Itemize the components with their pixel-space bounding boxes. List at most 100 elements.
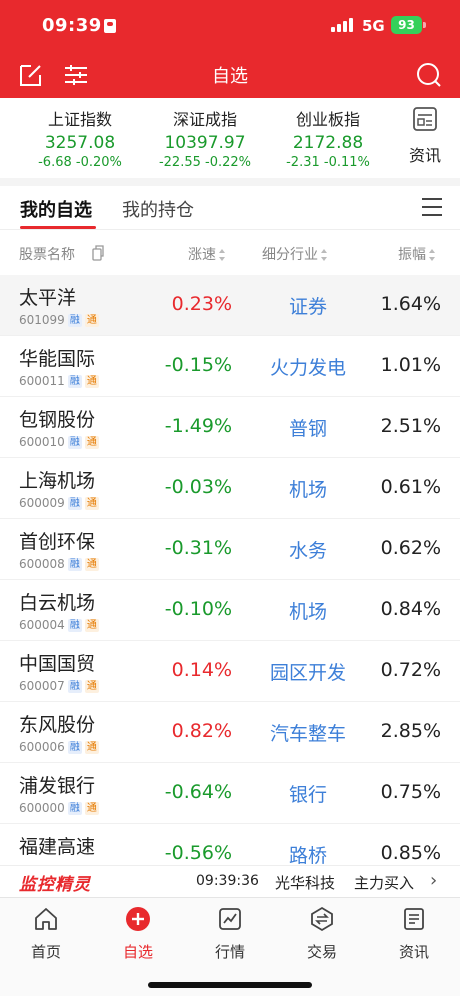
stock-name: 中国国贸 — [19, 653, 96, 675]
industry-link[interactable]: 水务 — [246, 536, 370, 563]
amplitude: 0.72% — [380, 659, 441, 681]
industry-link[interactable]: 普钢 — [246, 414, 370, 441]
tab-market[interactable]: 行情 — [184, 906, 276, 962]
section-divider — [0, 178, 460, 186]
connect-tag: 通 — [84, 680, 99, 693]
news-icon — [413, 107, 437, 131]
margin-tag: 融 — [67, 375, 82, 388]
chart-icon — [219, 908, 241, 930]
col-amplitude[interactable]: 振幅 — [398, 244, 436, 264]
index-panel: 上证指数 3257.08 -6.68 -0.20% 深证成指 10397.97 … — [0, 98, 460, 178]
industry-link[interactable]: 机场 — [246, 475, 370, 502]
monitor-brand: 监控精灵 — [19, 875, 91, 895]
index-name: 创业板指 — [295, 110, 360, 129]
tab-label: 首页 — [30, 943, 61, 961]
ticker-stock: 光华科技 — [275, 874, 336, 892]
industry-link[interactable]: 汽车整车 — [246, 719, 370, 746]
watchlist-tabs: 我的自选 我的持仓 — [0, 186, 460, 230]
index-shanghai[interactable]: 上证指数 3257.08 -6.68 -0.20% — [20, 106, 140, 170]
connect-tag: 通 — [84, 314, 99, 327]
tab-trade[interactable]: 交易 — [276, 906, 368, 962]
tab-my-watchlist[interactable]: 我的自选 — [20, 196, 92, 222]
index-value: 10397.97 — [164, 133, 246, 153]
table-row[interactable]: 华能国际 600011 融通 -0.15% 火力发电 1.01% — [0, 336, 460, 397]
change-speed: -0.31% — [164, 537, 232, 559]
sort-icon — [219, 249, 226, 261]
news-button[interactable]: 资讯 — [400, 106, 450, 166]
index-value: 3257.08 — [44, 133, 116, 153]
stock-code: 600007 融通 — [19, 679, 99, 693]
ticker-time: 09:39:36 — [196, 873, 259, 889]
margin-tag: 融 — [67, 619, 82, 632]
tab-home[interactable]: 首页 — [0, 906, 92, 962]
industry-link[interactable]: 路桥 — [246, 841, 370, 865]
amplitude: 1.01% — [380, 354, 441, 376]
home-indicator[interactable] — [148, 982, 312, 988]
index-shenzhen[interactable]: 深证成指 10397.97 -22.55 -0.22% — [145, 106, 265, 170]
connect-tag: 通 — [84, 375, 99, 388]
col-change-speed[interactable]: 涨速 — [188, 244, 226, 264]
amplitude: 2.85% — [380, 720, 441, 742]
connect-tag: 通 — [84, 802, 99, 815]
stock-name: 浦发银行 — [19, 775, 96, 797]
tab-label: 交易 — [306, 943, 337, 961]
stock-code: 600011 融通 — [19, 374, 99, 388]
menu-icon[interactable] — [422, 198, 442, 216]
stock-name: 上海机场 — [19, 470, 96, 492]
stock-code: 600000 融通 — [19, 801, 99, 815]
connect-tag: 通 — [84, 619, 99, 632]
tab-watchlist[interactable]: 自选 — [92, 906, 184, 962]
active-tab-indicator — [20, 226, 96, 229]
tab-label: 资讯 — [398, 943, 429, 961]
amplitude: 0.75% — [380, 781, 441, 803]
table-row[interactable]: 包钢股份 600010 融通 -1.49% 普钢 2.51% — [0, 397, 460, 458]
tab-my-holdings[interactable]: 我的持仓 — [122, 196, 194, 222]
table-row[interactable]: 太平洋 601099 融通 0.23% 证券 1.64% — [0, 275, 460, 336]
col-stock-name[interactable]: 股票名称 — [19, 244, 75, 264]
chevron-right-icon[interactable]: › — [430, 870, 437, 891]
industry-link[interactable]: 银行 — [246, 780, 370, 807]
exchange-icon — [311, 906, 333, 932]
amplitude: 0.62% — [380, 537, 441, 559]
connect-tag: 通 — [84, 497, 99, 510]
table-row[interactable]: 上海机场 600009 融通 -0.03% 机场 0.61% — [0, 458, 460, 519]
industry-link[interactable]: 机场 — [246, 597, 370, 624]
network-label: 5G — [362, 17, 385, 35]
index-chinext[interactable]: 创业板指 2172.88 -2.31 -0.11% — [268, 106, 388, 170]
table-row[interactable]: 东风股份 600006 融通 0.82% 汽车整车 2.85% — [0, 702, 460, 763]
index-name: 上证指数 — [47, 110, 112, 129]
change-speed: -0.64% — [164, 781, 232, 803]
connect-tag: 通 — [84, 436, 99, 449]
stock-name: 太平洋 — [19, 287, 77, 309]
industry-link[interactable]: 园区开发 — [246, 658, 370, 685]
sort-icon — [321, 249, 328, 261]
stock-code: 600009 融通 — [19, 496, 99, 510]
copy-icon[interactable] — [92, 245, 104, 261]
search-icon[interactable] — [416, 62, 442, 88]
plus-circle-icon — [126, 907, 150, 931]
table-row[interactable]: 中国国贸 600007 融通 0.14% 园区开发 0.72% — [0, 641, 460, 702]
connect-tag: 通 — [84, 741, 99, 754]
industry-link[interactable]: 火力发电 — [246, 353, 370, 380]
amplitude: 1.64% — [380, 293, 441, 315]
tab-news[interactable]: 资讯 — [368, 906, 460, 962]
monitor-ticker[interactable]: 监控精灵 09:39:36 光华科技 主力买入 › — [0, 865, 460, 897]
stock-code: 601099 融通 — [19, 313, 99, 327]
table-row[interactable]: 首创环保 600008 融通 -0.31% 水务 0.62% — [0, 519, 460, 580]
index-change: -6.68 -0.20% — [38, 155, 122, 170]
news-button-label: 资讯 — [408, 146, 441, 165]
col-industry[interactable]: 细分行业 — [262, 244, 328, 264]
change-speed: -0.56% — [164, 842, 232, 864]
table-row[interactable]: 浦发银行 600000 融通 -0.64% 银行 0.75% — [0, 763, 460, 824]
table-row[interactable]: 白云机场 600004 融通 -0.10% 机场 0.84% — [0, 580, 460, 641]
battery-tip — [423, 22, 426, 28]
tab-label: 自选 — [122, 943, 153, 961]
industry-link[interactable]: 证券 — [246, 292, 370, 319]
header: 09:39 5G 93 自选 — [0, 0, 460, 98]
amplitude: 0.84% — [380, 598, 441, 620]
page-title: 自选 — [212, 66, 248, 87]
stock-name: 包钢股份 — [19, 409, 96, 431]
change-speed: -1.49% — [164, 415, 232, 437]
table-row[interactable]: 福建高速 -0.56% 路桥 0.85% — [0, 824, 460, 865]
change-speed: -0.15% — [164, 354, 232, 376]
